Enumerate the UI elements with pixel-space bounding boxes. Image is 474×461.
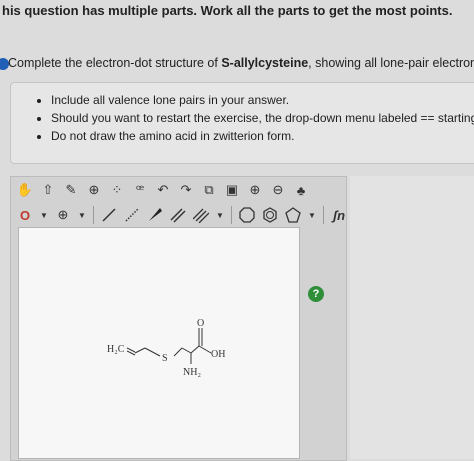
radical-icon[interactable]: ꟹ: [130, 180, 150, 200]
structure-editor: ✋ ⇧ ✎ ⊕ ⁘ ꟹ ↶ ↷ ⧉ ▣ ⊕ ⊖ ♣ O ▼ ⊕ ▼ ▼ ▼ ʃn…: [10, 176, 372, 461]
lone-pair-icon[interactable]: ⁘: [107, 180, 127, 200]
atom-label-s: S: [162, 353, 168, 364]
help-button[interactable]: ?: [308, 286, 324, 302]
single-bond-line: [181, 347, 192, 354]
single-bond-line: [144, 347, 161, 357]
chevron-down-icon[interactable]: ▼: [38, 205, 50, 225]
color-icon[interactable]: ♣: [291, 180, 311, 200]
zoom-out-icon[interactable]: ⊖: [268, 180, 288, 200]
ring-hexagon-icon[interactable]: [260, 205, 280, 225]
function-tool[interactable]: ʃn: [329, 205, 349, 225]
charge-minus-tool[interactable]: O: [15, 205, 35, 225]
question-prompt: Complete the electron-dot structure of S…: [8, 56, 474, 70]
ring-pentagon-icon[interactable]: [283, 205, 303, 225]
drawing-canvas[interactable]: ? H₂C S O OH NH₂: [18, 227, 324, 459]
chevron-down-icon[interactable]: ▼: [76, 205, 88, 225]
hint-box: Include all valence lone pairs in your a…: [10, 82, 474, 164]
triple-bond-icon[interactable]: [191, 205, 211, 225]
double-bond-icon[interactable]: [168, 205, 188, 225]
undo-icon[interactable]: ↶: [153, 180, 173, 200]
prompt-text-before: Complete the electron-dot structure of: [8, 56, 222, 70]
redo-icon[interactable]: ↷: [176, 180, 196, 200]
wedge-bond-icon[interactable]: [145, 205, 165, 225]
atom-label-nh2: NH₂: [183, 367, 201, 378]
chevron-down-icon[interactable]: ▼: [306, 205, 318, 225]
atom-label-h2c: H₂C: [107, 344, 125, 355]
toolbar-divider: [323, 206, 324, 224]
prompt-text-after: , showing all lone-pair electrons.: [308, 56, 474, 70]
zoom-in-icon[interactable]: ⊕: [245, 180, 265, 200]
toolbar-divider: [231, 206, 232, 224]
charge-plus-tool[interactable]: ⊕: [53, 205, 73, 225]
prompt-compound: S-allylcysteine: [221, 56, 309, 70]
chevron-down-icon[interactable]: ▼: [214, 205, 226, 225]
editor-toolbar-bottom: O ▼ ⊕ ▼ ▼ ▼ ʃn [ ]±: [15, 204, 376, 226]
ring-charge-icon[interactable]: ⊕: [84, 180, 104, 200]
hand-icon[interactable]: ✋: [15, 180, 35, 200]
atom-label-o: O: [197, 318, 204, 329]
hint-item: Should you want to restart the exercise,…: [51, 111, 474, 125]
toolbar-divider: [93, 206, 94, 224]
copy-icon[interactable]: ⧉: [199, 180, 219, 200]
page-header: his question has multiple parts. Work al…: [2, 3, 453, 18]
hash-bond-icon[interactable]: [122, 205, 142, 225]
side-panel: [350, 176, 474, 459]
single-bond-icon[interactable]: [99, 205, 119, 225]
single-bond-line: [173, 347, 183, 357]
eraser-icon[interactable]: ✎: [61, 180, 81, 200]
select-icon[interactable]: ⇧: [38, 180, 58, 200]
paste-icon[interactable]: ▣: [222, 180, 242, 200]
single-bond-line: [198, 345, 212, 354]
hint-item: Include all valence lone pairs in your a…: [51, 93, 474, 107]
editor-toolbar-top: ✋ ⇧ ✎ ⊕ ⁘ ꟹ ↶ ↷ ⧉ ▣ ⊕ ⊖ ♣: [15, 179, 311, 201]
atom-label-oh: OH: [211, 349, 225, 360]
hint-item: Do not draw the amino acid in zwitterion…: [51, 129, 474, 143]
single-bond-line: [190, 345, 200, 354]
molecule-structure: H₂C S O OH NH₂: [107, 318, 225, 378]
single-bond-line: [134, 347, 146, 354]
ring-octagon-icon[interactable]: [237, 205, 257, 225]
